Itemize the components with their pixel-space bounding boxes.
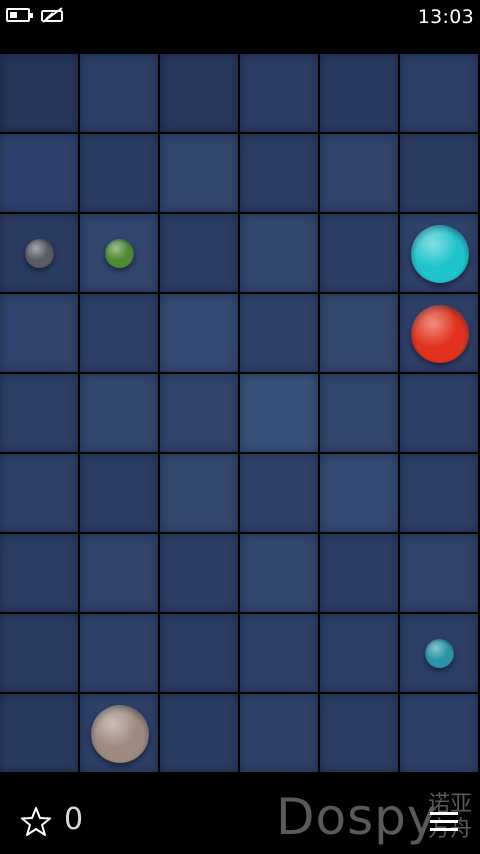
star-outline-icon[interactable] — [20, 806, 52, 838]
tan-ball[interactable] — [90, 704, 149, 763]
board-tile-r5-c1[interactable] — [80, 454, 158, 532]
board-tile-r6-c3[interactable] — [240, 534, 318, 612]
board-tile-r5-c4[interactable] — [320, 454, 398, 532]
board-tile-r1-c0[interactable] — [0, 134, 78, 212]
board-tile-r6-c0[interactable] — [0, 534, 78, 612]
board-tile-r7-c1[interactable] — [80, 614, 158, 692]
cyan-ball[interactable] — [410, 224, 469, 283]
board-tile-r6-c4[interactable] — [320, 534, 398, 612]
board-tile-r3-c0[interactable] — [0, 294, 78, 372]
green-ball[interactable] — [105, 239, 134, 268]
board-tile-r4-c4[interactable] — [320, 374, 398, 452]
board-tile-r6-c1[interactable] — [80, 534, 158, 612]
board-tile-r4-c1[interactable] — [80, 374, 158, 452]
board-tile-r0-c3[interactable] — [240, 54, 318, 132]
board-tile-r7-c2[interactable] — [160, 614, 238, 692]
board-tile-r0-c5[interactable] — [400, 54, 478, 132]
board-tile-r3-c2[interactable] — [160, 294, 238, 372]
board-tile-r8-c0[interactable] — [0, 694, 78, 772]
board-tile-r8-c3[interactable] — [240, 694, 318, 772]
gray-ball[interactable] — [25, 239, 54, 268]
board-tile-r4-c0[interactable] — [0, 374, 78, 452]
board-tile-r0-c4[interactable] — [320, 54, 398, 132]
board-tile-r3-c1[interactable] — [80, 294, 158, 372]
board-tile-r7-c0[interactable] — [0, 614, 78, 692]
status-clock: 13:03 — [417, 6, 474, 28]
board-tile-r0-c0[interactable] — [0, 54, 78, 132]
board-tile-r6-c2[interactable] — [160, 534, 238, 612]
board-tile-r4-c5[interactable] — [400, 374, 478, 452]
board-tile-r2-c3[interactable] — [240, 214, 318, 292]
game-board[interactable] — [0, 54, 480, 774]
board-tile-r7-c4[interactable] — [320, 614, 398, 692]
board-tile-r5-c0[interactable] — [0, 454, 78, 532]
teal-ball[interactable] — [425, 639, 454, 668]
board-tile-r1-c4[interactable] — [320, 134, 398, 212]
board-tile-r3-c3[interactable] — [240, 294, 318, 372]
board-tile-r5-c5[interactable] — [400, 454, 478, 532]
board-tile-r6-c5[interactable] — [400, 534, 478, 612]
board-tile-r4-c3[interactable] — [240, 374, 318, 452]
no-signal-icon — [41, 7, 63, 23]
board-tile-r8-c5[interactable] — [400, 694, 478, 772]
board-tile-r8-c4[interactable] — [320, 694, 398, 772]
red-ball[interactable] — [410, 304, 469, 363]
board-tile-r3-c4[interactable] — [320, 294, 398, 372]
board-tile-r2-c2[interactable] — [160, 214, 238, 292]
board-tile-r1-c1[interactable] — [80, 134, 158, 212]
status-bar: 13:03 — [0, 0, 480, 34]
board-tile-r0-c1[interactable] — [80, 54, 158, 132]
board-tile-r4-c2[interactable] — [160, 374, 238, 452]
board-tile-r5-c2[interactable] — [160, 454, 238, 532]
board-tile-r1-c3[interactable] — [240, 134, 318, 212]
board-tile-r0-c2[interactable] — [160, 54, 238, 132]
board-tile-r2-c4[interactable] — [320, 214, 398, 292]
score-value: 0 — [64, 802, 84, 837]
watermark-logo: Dospy — [276, 788, 438, 846]
board-tile-r1-c5[interactable] — [400, 134, 478, 212]
board-tile-r7-c3[interactable] — [240, 614, 318, 692]
board-tile-r5-c3[interactable] — [240, 454, 318, 532]
bottom-app-bar: 0 Dospy 诺亚方舟 — [0, 780, 480, 854]
board-tile-r8-c2[interactable] — [160, 694, 238, 772]
hamburger-menu-icon[interactable] — [430, 812, 458, 836]
board-tile-r1-c2[interactable] — [160, 134, 238, 212]
battery-low-icon — [6, 8, 33, 22]
